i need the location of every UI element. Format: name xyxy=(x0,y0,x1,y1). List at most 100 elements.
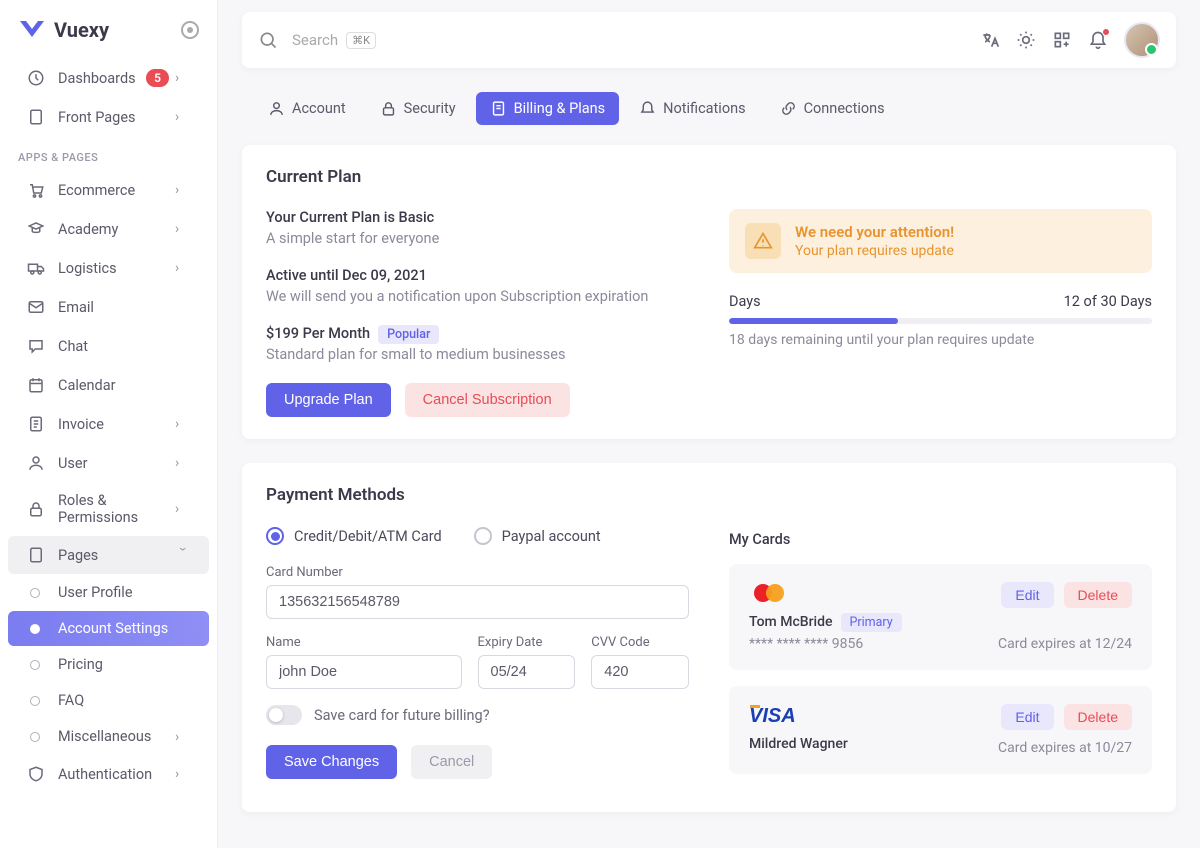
sidebar-item-roles[interactable]: Roles & Permissions › xyxy=(8,483,209,535)
cvv-input[interactable] xyxy=(591,655,689,689)
sidebar-item-academy[interactable]: Academy › xyxy=(8,210,209,248)
topbar: Search ⌘K xyxy=(242,12,1176,68)
cancel-button[interactable]: Cancel xyxy=(411,745,492,779)
lock-icon xyxy=(380,100,397,117)
warning-icon xyxy=(745,223,781,259)
chevron-right-icon: › xyxy=(175,729,191,745)
sidebar-item-chat[interactable]: Chat xyxy=(8,327,209,365)
radio-icon xyxy=(474,527,492,545)
sidebar-item-front-pages[interactable]: Front Pages › xyxy=(8,98,209,136)
chevron-right-icon: › xyxy=(175,182,191,198)
avatar[interactable] xyxy=(1124,22,1160,58)
sidebar-item-logistics[interactable]: Logistics › xyxy=(8,249,209,287)
search-placeholder[interactable]: Search xyxy=(292,31,338,49)
dot-icon xyxy=(30,588,40,598)
edit-card-button[interactable]: Edit xyxy=(1001,582,1053,608)
file-icon xyxy=(26,107,46,127)
language-icon[interactable] xyxy=(980,30,1000,50)
attention-alert: We need your attention! Your plan requir… xyxy=(729,209,1152,273)
chevron-right-icon: › xyxy=(175,766,191,782)
delete-card-button[interactable]: Delete xyxy=(1064,582,1132,608)
shield-icon xyxy=(26,764,46,784)
apps-icon[interactable] xyxy=(1052,30,1072,50)
card-number-masked: **** **** **** 9856 xyxy=(749,636,902,652)
truck-icon xyxy=(26,258,46,278)
logo-icon xyxy=(18,19,46,41)
expiry-label: Expiry Date xyxy=(478,635,576,650)
dot-icon xyxy=(30,732,40,742)
radio-icon xyxy=(266,527,284,545)
sidebar-item-pages[interactable]: Pages › xyxy=(8,536,209,574)
tab-notifications[interactable]: Notifications xyxy=(625,92,759,125)
card-number-input[interactable] xyxy=(266,585,689,619)
upgrade-button[interactable]: Upgrade Plan xyxy=(266,383,391,417)
save-card-toggle[interactable] xyxy=(266,705,302,725)
sidebar-sub-misc[interactable]: Miscellaneous› xyxy=(8,719,209,754)
svg-text:VISA: VISA xyxy=(749,705,796,726)
dot-icon xyxy=(30,696,40,706)
sidebar-item-authentication[interactable]: Authentication › xyxy=(8,755,209,793)
sidebar-item-invoice[interactable]: Invoice › xyxy=(8,405,209,443)
plan-price-desc: Standard plan for small to medium busine… xyxy=(266,346,689,363)
days-label: Days xyxy=(729,293,761,310)
search-icon[interactable] xyxy=(258,30,278,50)
user-icon xyxy=(268,100,285,117)
sidebar-sub-faq[interactable]: FAQ xyxy=(8,683,209,718)
saved-card: VISA Mildred Wagner Edit Delete Card exp… xyxy=(729,686,1152,774)
plan-active-desc: We will send you a notification upon Sub… xyxy=(266,288,689,305)
user-icon xyxy=(26,453,46,473)
name-input[interactable] xyxy=(266,655,462,689)
bell-icon[interactable] xyxy=(1088,30,1108,50)
sidebar-item-dashboards[interactable]: Dashboards 5 › xyxy=(8,59,209,97)
card-holder-name: Mildred Wagner xyxy=(749,736,848,752)
logo[interactable]: Vuexy xyxy=(0,10,217,58)
theme-icon[interactable] xyxy=(1016,30,1036,50)
save-changes-button[interactable]: Save Changes xyxy=(266,745,397,779)
card-number-label: Card Number xyxy=(266,565,689,580)
cancel-subscription-button[interactable]: Cancel Subscription xyxy=(405,383,570,417)
file-icon xyxy=(490,100,507,117)
tab-account[interactable]: Account xyxy=(254,92,360,125)
link-icon xyxy=(780,100,797,117)
edit-card-button[interactable]: Edit xyxy=(1001,704,1053,730)
mastercard-icon xyxy=(749,582,789,604)
radio-paypal[interactable]: Paypal account xyxy=(474,527,601,545)
sidebar-item-user[interactable]: User › xyxy=(8,444,209,482)
save-card-label: Save card for future billing? xyxy=(314,707,490,724)
academy-icon xyxy=(26,219,46,239)
lock-icon xyxy=(26,499,46,519)
sidebar-sub-user-profile[interactable]: User Profile xyxy=(8,575,209,610)
chevron-right-icon: › xyxy=(175,260,191,276)
delete-card-button[interactable]: Delete xyxy=(1064,704,1132,730)
plan-active: Active until Dec 09, 2021 xyxy=(266,267,689,284)
saved-card: Tom McBridePrimary **** **** **** 9856 E… xyxy=(729,564,1152,670)
dot-icon xyxy=(30,624,40,634)
days-value: 12 of 30 Days xyxy=(1064,293,1152,310)
collapse-icon[interactable] xyxy=(181,21,199,39)
chevron-right-icon: › xyxy=(175,455,191,471)
tab-security[interactable]: Security xyxy=(366,92,470,125)
chevron-right-icon: › xyxy=(175,416,191,432)
sidebar-sub-account-settings[interactable]: Account Settings xyxy=(8,611,209,646)
tab-connections[interactable]: Connections xyxy=(766,92,899,125)
plan-desc: A simple start for everyone xyxy=(266,230,689,247)
sidebar-item-calendar[interactable]: Calendar xyxy=(8,366,209,404)
radio-card[interactable]: Credit/Debit/ATM Card xyxy=(266,527,442,545)
sidebar-item-ecommerce[interactable]: Ecommerce › xyxy=(8,171,209,209)
card-expiry: Card expires at 12/24 xyxy=(998,636,1132,652)
visa-icon: VISA xyxy=(749,704,811,726)
invoice-icon xyxy=(26,414,46,434)
cart-icon xyxy=(26,180,46,200)
dot-icon xyxy=(30,660,40,670)
current-plan-title: Current Plan xyxy=(266,167,1152,187)
sidebar-sub-pricing[interactable]: Pricing xyxy=(8,647,209,682)
cvv-label: CVV Code xyxy=(591,635,689,650)
section-apps-pages: APPS & PAGES xyxy=(0,137,217,170)
chevron-right-icon: › xyxy=(175,221,191,237)
chat-icon xyxy=(26,336,46,356)
alert-subtitle: Your plan requires update xyxy=(795,243,954,259)
alert-title: We need your attention! xyxy=(795,223,954,241)
expiry-input[interactable] xyxy=(478,655,576,689)
tab-billing[interactable]: Billing & Plans xyxy=(476,92,620,125)
sidebar-item-email[interactable]: Email xyxy=(8,288,209,326)
